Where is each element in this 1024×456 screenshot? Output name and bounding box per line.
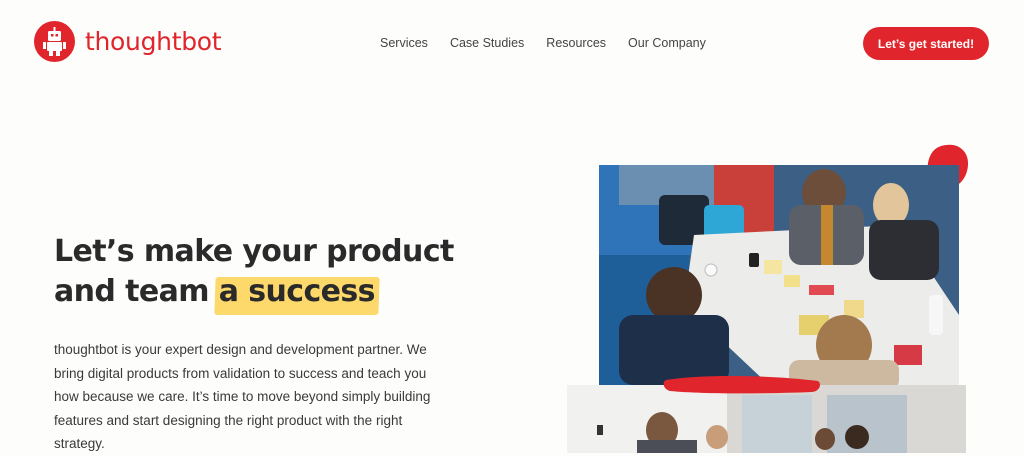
nav-item-resources[interactable]: Resources xyxy=(546,36,606,50)
headline-prefix: and team xyxy=(54,274,219,309)
nav-item-services[interactable]: Services xyxy=(380,36,428,50)
get-started-button[interactable]: Let’s get started! xyxy=(863,27,989,60)
robot-logo-icon xyxy=(34,21,75,62)
brand-name: thoughtbot xyxy=(85,27,222,56)
main-nav: Services Case Studies Resources Our Comp… xyxy=(380,36,728,50)
hero-description: thoughtbot is your expert design and dev… xyxy=(54,342,431,452)
team-workshop-photo xyxy=(599,165,959,385)
headline-line-2: and team a success xyxy=(54,272,454,312)
nav-item-our-company[interactable]: Our Company xyxy=(628,36,706,50)
headline-highlight: a success xyxy=(219,272,376,312)
site-header: thoughtbot Services Case Studies Resourc… xyxy=(0,0,1024,88)
red-brush-stroke-decoration xyxy=(663,375,820,394)
logo[interactable]: thoughtbot xyxy=(34,21,222,62)
nav-item-case-studies[interactable]: Case Studies xyxy=(450,36,524,50)
hero-headline: Let’s make your product and team a succe… xyxy=(54,232,454,312)
headline-line-1: Let’s make your product xyxy=(54,234,454,269)
